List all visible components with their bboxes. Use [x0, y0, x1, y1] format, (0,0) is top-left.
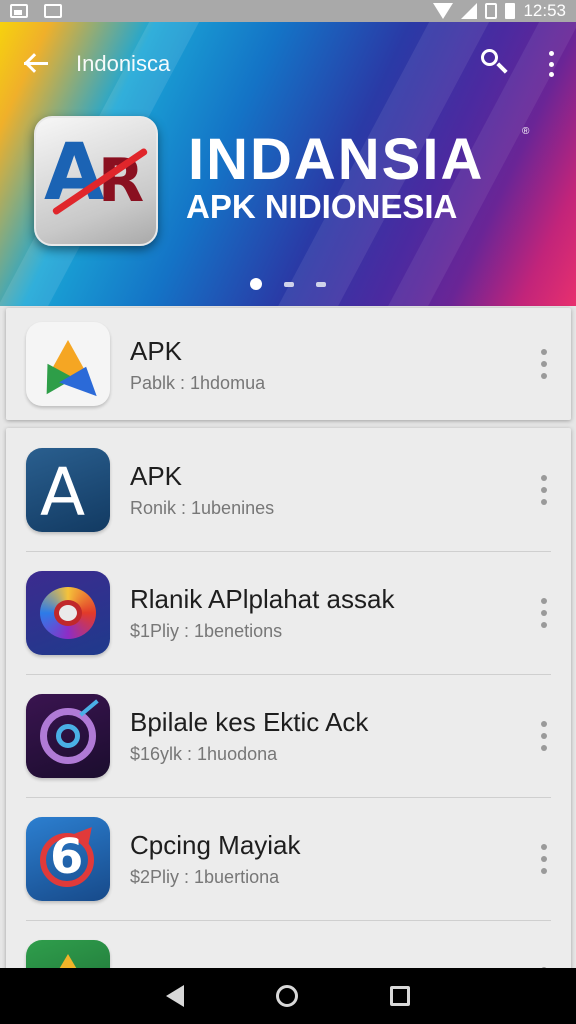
signal-icon	[461, 3, 478, 19]
status-bar: 12:53	[0, 0, 576, 22]
registered-mark: ®	[522, 126, 530, 137]
app-name: APK	[130, 461, 183, 491]
six-icon: 6	[26, 816, 110, 901]
nav-back-icon[interactable]	[166, 985, 184, 1007]
app-notification-icon	[44, 4, 62, 18]
clock: 12:53	[523, 1, 566, 20]
hero-app-logo: A R	[34, 116, 158, 246]
carousel-dot-active[interactable]	[250, 278, 262, 290]
drive-triangle-icon	[26, 322, 110, 406]
overflow-menu-icon[interactable]	[539, 474, 549, 505]
app-meta: $1Pliy : 1benetions	[130, 621, 283, 641]
hero-banner[interactable]: Indonisca A R INDANSIA ® APK NIDIONESIA	[0, 22, 576, 306]
app-meta: $2Pliy : 1buertiona	[130, 867, 280, 887]
overflow-menu-icon[interactable]	[539, 843, 549, 874]
list-item[interactable]: APK Pablk : 1hdomua	[6, 308, 571, 420]
app-meta: $16ylk : 1huodona	[130, 744, 278, 764]
more-options-icon[interactable]	[546, 51, 556, 77]
wifi-icon	[433, 3, 454, 19]
app-name: Bpilale kes Ektic Ack	[130, 707, 369, 737]
app-name: Cpcing Mayiak	[130, 830, 301, 860]
list-item[interactable]: Bpilale kes Ektic Ack $16ylk : 1huodona	[6, 674, 571, 797]
nav-recent-apps-icon[interactable]	[390, 986, 410, 1006]
app-meta: Ronik : 1ubenines	[130, 498, 275, 518]
back-arrow-icon[interactable]	[20, 47, 54, 81]
nav-home-icon[interactable]	[276, 985, 298, 1007]
hero-subtitle: APK NIDIONESIA	[186, 188, 458, 225]
battery-icon	[505, 3, 516, 19]
sim-icon	[485, 3, 498, 19]
featured-card: APK Pablk : 1hdomua	[6, 308, 571, 420]
app-meta: Pablk : 1hdomua	[130, 372, 266, 393]
app-toolbar: Indonisca	[0, 22, 576, 106]
hero-title: INDANSIA	[188, 127, 485, 192]
letter-a-icon: A	[26, 447, 110, 532]
list-item[interactable]: Rlanik APlplahat assak $1Pliy : 1benetio…	[6, 551, 571, 674]
toolbar-title: Indonisca	[76, 51, 171, 76]
app-name: Rlanik APlplahat assak	[130, 584, 395, 614]
gallery-notification-icon	[10, 4, 28, 18]
swirl-icon	[26, 570, 110, 655]
app-list: A APK Ronik : 1ubenines Rlanik APlplahat…	[6, 428, 571, 988]
carousel-indicator	[250, 278, 326, 290]
list-item[interactable]: 6 Cpcing Mayiak $2Pliy : 1buertiona	[6, 797, 571, 920]
app-name: APK	[130, 335, 183, 366]
overflow-menu-icon[interactable]	[539, 597, 549, 628]
carousel-dot[interactable]	[316, 281, 326, 287]
list-item[interactable]: A APK Ronik : 1ubenines	[6, 428, 571, 551]
overflow-menu-icon[interactable]	[539, 720, 549, 751]
overflow-menu-icon[interactable]	[539, 349, 549, 379]
search-icon[interactable]	[478, 47, 512, 81]
carousel-dot[interactable]	[284, 281, 294, 287]
system-nav-bar	[0, 968, 576, 1024]
ring-icon	[26, 693, 110, 778]
